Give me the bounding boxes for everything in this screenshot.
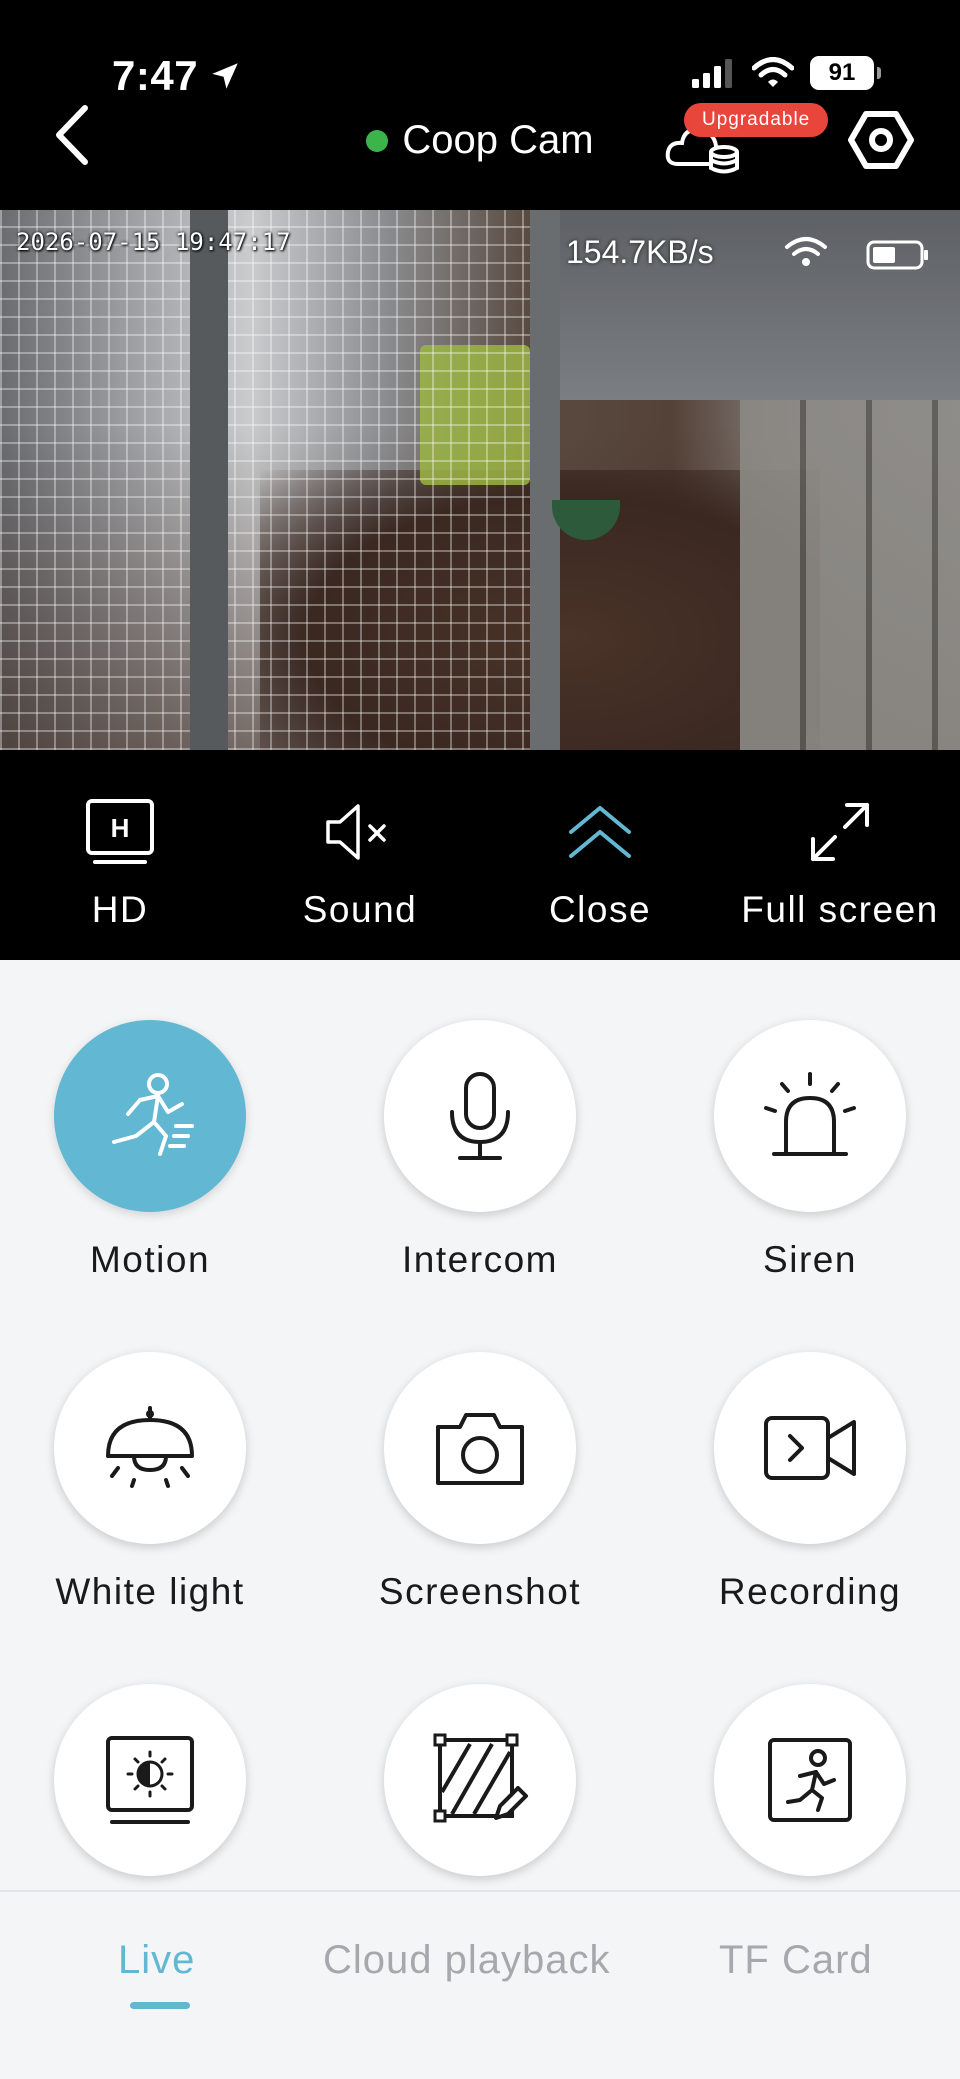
feature-grid: Motion Detection Intercom Siren [0, 960, 960, 1890]
siren-label: Siren [763, 1239, 857, 1280]
white-light-item: White light [0, 1352, 315, 1676]
tab-live[interactable]: Live [118, 1938, 195, 1983]
cellular-signal-icon [692, 59, 732, 88]
intercom-button[interactable] [384, 1020, 576, 1212]
screenshot-label: Screenshot [378, 1571, 582, 1612]
upgrade-badge[interactable]: Upgradable [684, 103, 829, 137]
location-arrow-icon [212, 63, 238, 89]
fullscreen-label: Full screen [741, 889, 939, 930]
white-light-button[interactable] [54, 1352, 246, 1544]
screenshot-item: Screenshot [315, 1352, 645, 1676]
tab-tf-card[interactable]: TF Card [719, 1938, 873, 1983]
recording-label: Recording [718, 1571, 902, 1612]
lamp-icon [106, 1406, 194, 1488]
chevron-up-icon [569, 806, 631, 858]
status-time: 7:47 [112, 52, 242, 100]
siren-item: Siren [645, 1020, 960, 1344]
video-scene-post [190, 210, 228, 750]
top-bar: 7:47 91 Coop Cam Upgradable [0, 0, 960, 210]
svg-text:H: H [111, 813, 130, 843]
hd-button[interactable]: H HD [0, 750, 240, 960]
wifi-icon [752, 57, 794, 87]
online-status-dot [366, 129, 389, 152]
night-vision-item [0, 1684, 315, 1890]
running-person-icon [112, 1073, 194, 1156]
siren-button[interactable] [714, 1020, 906, 1212]
area-edit-icon [433, 1733, 528, 1823]
playback-controls: H HD Sound Close Full screen [0, 750, 960, 960]
tab-cloud-playback[interactable]: Cloud playback [323, 1938, 611, 1983]
camera-icon [436, 1413, 524, 1485]
camera-wifi-icon [785, 237, 827, 266]
human-detection-icon [768, 1738, 852, 1822]
video-camera-icon [764, 1416, 856, 1480]
white-light-label: White light [55, 1571, 245, 1612]
status-time-text: 7:47 [112, 52, 199, 99]
speaker-muted-icon [326, 804, 386, 860]
settings-button[interactable] [848, 108, 914, 172]
human-detection-item [645, 1684, 960, 1890]
status-indicators: 91 [692, 56, 881, 90]
microphone-icon [450, 1072, 510, 1160]
motion-detection-item: Motion Detection [0, 1020, 315, 1300]
siren-icon [764, 1072, 856, 1156]
recording-button[interactable] [714, 1352, 906, 1544]
sound-button[interactable]: Sound [240, 750, 480, 960]
night-vision-icon [106, 1736, 194, 1824]
video-scene-post [530, 210, 560, 750]
chevron-left-icon [56, 105, 88, 165]
video-bitrate: 154.7KB/s [566, 234, 714, 270]
hd-icon: H [86, 799, 154, 864]
gear-icon [848, 111, 914, 169]
expand-icon [811, 803, 869, 861]
sound-label: Sound [302, 889, 418, 930]
battery-indicator: 91 [810, 56, 881, 90]
recording-item: Recording [645, 1352, 960, 1676]
page-title: Coop Cam [402, 118, 594, 162]
video-timestamp: 2026-07-15 19:47:17 [16, 228, 291, 256]
fullscreen-button[interactable]: Full screen [720, 750, 960, 960]
motion-detection-button[interactable] [54, 1020, 246, 1212]
human-detection-button[interactable] [714, 1684, 906, 1876]
bottom-tab-bar: Live Cloud playback TF Card [0, 1890, 960, 2079]
area-edit-button[interactable] [384, 1684, 576, 1876]
close-panel-button[interactable]: Close [480, 750, 720, 960]
video-scene-mesh [0, 210, 560, 750]
hd-label: HD [91, 889, 149, 930]
night-vision-button[interactable] [54, 1684, 246, 1876]
intercom-label: Intercom [402, 1239, 558, 1280]
motion-detection-label: Motion Detection [65, 1239, 233, 1300]
screenshot-button[interactable] [384, 1352, 576, 1544]
close-label: Close [548, 889, 652, 930]
live-video-view[interactable]: 2026-07-15 19:47:17 154.7KB/s [0, 210, 960, 750]
intercom-item: Intercom [315, 1020, 645, 1344]
back-button[interactable] [46, 102, 96, 168]
tab-live-indicator [130, 2002, 190, 2009]
battery-level: 91 [828, 59, 856, 86]
camera-battery-icon [866, 240, 928, 270]
video-scene-ramp [740, 400, 960, 750]
area-edit-item [315, 1684, 645, 1890]
